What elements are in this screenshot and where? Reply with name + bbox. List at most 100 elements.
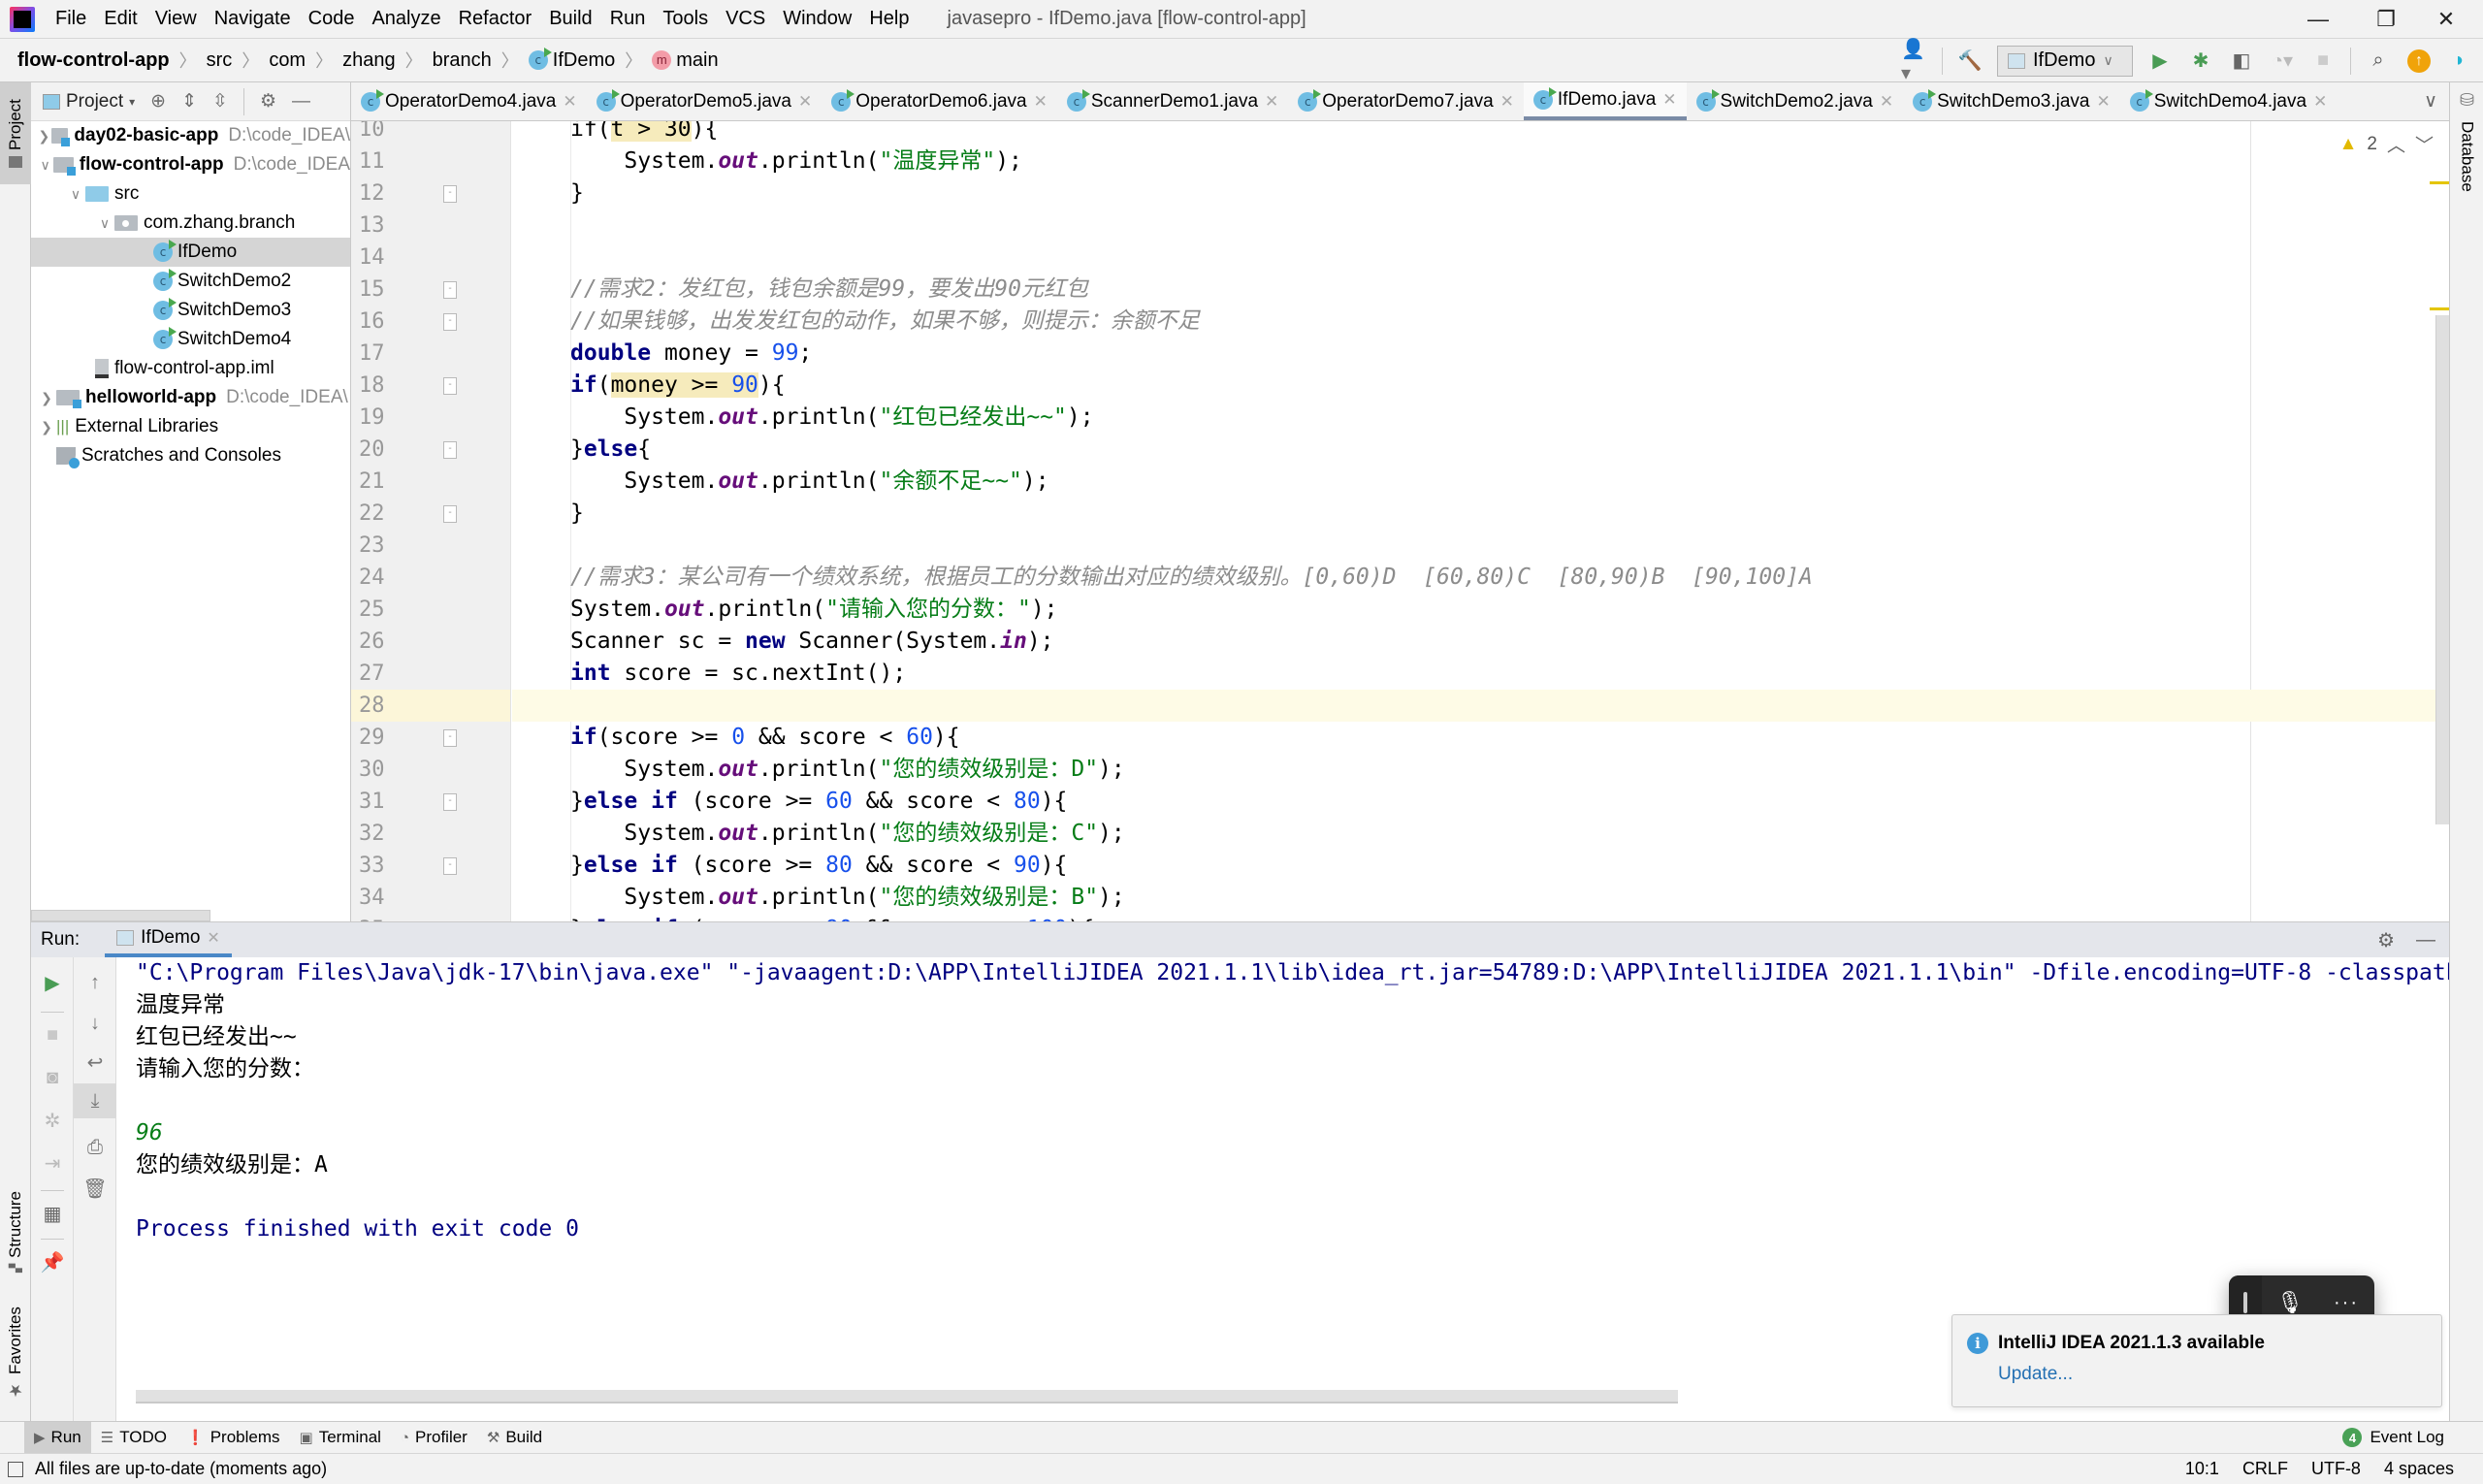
menu-help[interactable]: Help (860, 8, 918, 30)
bottom-tab-terminal[interactable]: ▣ Terminal (290, 1422, 391, 1454)
tabs-more-chevron-icon[interactable]: ∨ (2412, 82, 2449, 120)
inspection-widget[interactable]: ▲ 2 ︿ ﹀ (2339, 131, 2434, 157)
line-number[interactable]: 33 (359, 850, 417, 882)
code-line[interactable]: System.out.println("余额不足~~"); (512, 466, 2449, 498)
fold-end-icon[interactable]: - (443, 505, 457, 523)
line-number[interactable]: 23 (359, 530, 417, 562)
gear-icon[interactable]: ⚙ (2377, 928, 2395, 952)
line-number[interactable]: 28 (359, 690, 417, 722)
close-tab-icon[interactable]: ✕ (1034, 92, 1048, 112)
stop-icon[interactable]: ■ (31, 1017, 74, 1052)
status-toggle-icon[interactable] (8, 1461, 23, 1477)
tree-item-switchdemo2[interactable]: c SwitchDemo2 (31, 267, 350, 296)
run-icon[interactable]: ▶ (2146, 48, 2174, 75)
menu-window[interactable]: Window (774, 8, 860, 30)
project-view-select[interactable]: Project ▾ (43, 91, 135, 113)
soft-wrap-icon[interactable]: ↩ (74, 1045, 116, 1080)
minimize-button[interactable]: — (2289, 0, 2347, 39)
chevron-down-icon[interactable]: ∨ (95, 215, 114, 232)
coverage-icon[interactable]: ◧ (2228, 48, 2255, 75)
microphone-icon[interactable]: 🎙 (2262, 1290, 2318, 1315)
line-number[interactable]: 17 (359, 338, 417, 370)
close-tab-icon[interactable]: ✕ (2313, 92, 2327, 112)
fold-end-icon[interactable]: - (443, 441, 457, 459)
line-number[interactable]: 26 (359, 626, 417, 658)
line-number[interactable]: 29 (359, 722, 417, 754)
more-options-icon[interactable]: ··· (2318, 1292, 2374, 1314)
next-highlight-icon[interactable]: ﹀ (2415, 131, 2434, 157)
line-number[interactable]: 19 (359, 402, 417, 434)
fold-start-icon[interactable]: - (443, 729, 457, 747)
fold-start-icon[interactable]: - (443, 281, 457, 299)
gear-icon[interactable]: ⚙ (260, 90, 276, 113)
arrow-down-icon[interactable]: ↓ (74, 1006, 116, 1041)
line-number[interactable]: 18 (359, 370, 417, 402)
close-tab-icon[interactable]: ✕ (2096, 92, 2110, 112)
collapse-all-icon[interactable]: ⇳ (212, 90, 228, 113)
close-tab-icon[interactable]: ✕ (1662, 90, 1676, 110)
menu-run[interactable]: Run (601, 8, 655, 30)
editor-tab[interactable]: c OperatorDemo7.java ✕ (1288, 82, 1524, 120)
editor-tab[interactable]: c OperatorDemo4.java ✕ (351, 82, 587, 120)
database-icon[interactable]: ⛁ (2450, 90, 2483, 111)
code-line[interactable]: if(money >= 90){ (512, 370, 2449, 402)
chevron-right-icon[interactable]: ❯ (37, 128, 51, 145)
fold-end-icon[interactable]: - (443, 857, 457, 875)
debug-icon[interactable]: ✱ (2187, 48, 2214, 75)
line-number[interactable]: 25 (359, 594, 417, 626)
fold-end-icon[interactable]: - (443, 185, 457, 203)
editor-tab[interactable]: c OperatorDemo6.java ✕ (822, 82, 1057, 120)
editor-tab[interactable]: c SwitchDemo4.java ✕ (2120, 82, 2338, 120)
tool-window-structure[interactable]: ▞ Structure (0, 1178, 31, 1285)
error-stripe-marker[interactable] (2430, 307, 2449, 310)
run-tab-ifdemo[interactable]: IfDemo ✕ (105, 922, 232, 957)
code-line[interactable]: System.out.println("温度异常"); (512, 145, 2449, 177)
code-line[interactable] (512, 530, 2449, 562)
tree-item-helloworld-app[interactable]: ❯ helloworld-app D:\code_IDEA\ (31, 383, 350, 412)
breadcrumb-class[interactable]: c IfDemo (523, 48, 621, 72)
tree-item-src[interactable]: ∨ src (31, 179, 350, 209)
code-line[interactable]: }else if (score >= 80 && score < 90){ (512, 850, 2449, 882)
code-editor[interactable]: 10 11 12-13 14 15-16-17 18-19 20-21 22-23 24 25 26… (351, 121, 2449, 921)
code-line[interactable]: } (512, 177, 2449, 210)
line-number[interactable]: 21 (359, 466, 417, 498)
hide-icon[interactable]: — (292, 91, 310, 113)
line-number[interactable]: 11 (359, 145, 417, 177)
code-line[interactable]: }else{ (512, 434, 2449, 466)
indent-setting[interactable]: 4 spaces (2384, 1459, 2454, 1479)
close-tab-icon[interactable]: ✕ (1880, 92, 1893, 112)
line-separator[interactable]: CRLF (2242, 1459, 2288, 1479)
code-line[interactable]: System.out.println("您的绩效级别是：B"); (512, 882, 2449, 914)
close-tab-icon[interactable]: ✕ (207, 928, 219, 948)
line-number[interactable]: 20 (359, 434, 417, 466)
update-link[interactable]: Update... (1998, 1364, 2441, 1385)
tree-item-switchdemo4[interactable]: c SwitchDemo4 (31, 325, 350, 354)
breadcrumb-com[interactable]: com (263, 49, 311, 72)
menu-tools[interactable]: Tools (654, 8, 717, 30)
tree-item-iml[interactable]: flow-control-app.iml (31, 354, 350, 383)
layout-icon[interactable]: ▦ (31, 1196, 74, 1231)
close-tab-icon[interactable]: ✕ (798, 92, 812, 112)
editor-tab[interactable]: c OperatorDemo5.java ✕ (587, 82, 822, 120)
print-icon[interactable]: ⎙ (74, 1130, 116, 1165)
menu-edit[interactable]: Edit (95, 8, 145, 30)
tree-item-scratches[interactable]: Scratches and Consoles (31, 441, 350, 470)
line-number[interactable]: 30 (359, 754, 417, 786)
build-hammer-icon[interactable]: 🔨 (1956, 48, 1983, 75)
breadcrumb-zhang[interactable]: zhang (337, 49, 402, 72)
close-tab-icon[interactable]: ✕ (1500, 92, 1514, 112)
tree-item-ifdemo[interactable]: c IfDemo (31, 238, 350, 267)
chevron-down-icon[interactable]: ∨ (37, 157, 53, 174)
fold-end-icon[interactable]: - (443, 313, 457, 331)
arrow-up-icon[interactable]: ↑ (74, 965, 116, 1000)
bottom-tab-profiler[interactable]: ◔ Profiler (391, 1422, 477, 1454)
code-line[interactable]: double money = 99; (512, 338, 2449, 370)
error-stripe-marker[interactable] (2430, 181, 2449, 184)
code-line[interactable]: }else if (score >= 90 && score <= 100){ (512, 914, 2449, 921)
line-number[interactable]: 15 (359, 274, 417, 306)
camera-icon[interactable]: ◙ (31, 1060, 74, 1095)
close-tab-icon[interactable]: ✕ (1265, 92, 1278, 112)
menu-navigate[interactable]: Navigate (206, 8, 300, 30)
code-line[interactable]: if(t > 30){ (512, 121, 2449, 145)
menu-refactor[interactable]: Refactor (450, 8, 541, 30)
